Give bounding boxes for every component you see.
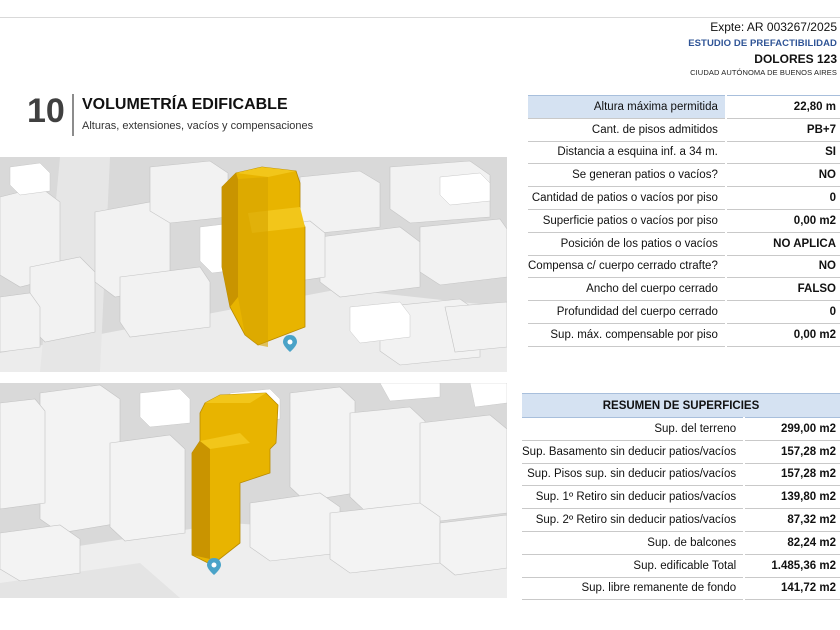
param-row: Cantidad de patios o vacíos por piso 0 <box>528 186 840 210</box>
param-row: Altura máxima permitida 22,80 m <box>528 95 840 119</box>
summary-row: Sup. de balcones 82,24 m2 <box>522 531 840 555</box>
summary-label: Sup. edificable Total <box>522 554 745 578</box>
summary-label: Sup. Pisos sup. sin deducir patios/vacío… <box>522 463 745 487</box>
city-model-render-2 <box>0 383 507 598</box>
param-label: Superficie patios o vacíos por piso <box>528 209 726 233</box>
param-value: NO <box>724 255 840 279</box>
summary-value: 299,00 m2 <box>743 417 840 441</box>
param-value: FALSO <box>724 277 840 302</box>
param-value: 0,00 m2 <box>724 209 840 233</box>
summary-row: Sup. del terreno 299,00 m2 <box>522 417 840 441</box>
param-row: Profundidad del cuerpo cerrado 0 <box>528 300 840 324</box>
param-value: 0,00 m2 <box>724 323 840 347</box>
summary-value: 87,32 m2 <box>743 508 840 532</box>
summary-value: 141,72 m2 <box>743 577 840 601</box>
param-value: 22,80 m <box>724 95 840 119</box>
param-label: Distancia a esquina inf. a 34 m. <box>528 141 726 165</box>
volumetry-parameters-table: Altura máxima permitida 22,80 m Cant. de p… <box>528 95 840 347</box>
summary-label: Sup. 2º Retiro sin deducir patios/vacíos <box>522 508 745 532</box>
top-divider <box>0 17 840 18</box>
section-divider <box>72 94 74 136</box>
param-value: SI <box>724 141 840 165</box>
summary-header-row: RESUMEN DE SUPERFICIES <box>522 393 840 418</box>
expediente-number: Expte: AR 003267/2025 <box>710 20 837 34</box>
section-title: VOLUMETRÍA EDIFICABLE <box>82 96 288 113</box>
summary-label: Sup. libre remanente de fondo <box>522 577 745 601</box>
summary-value: 82,24 m2 <box>743 531 840 555</box>
summary-value: 157,28 m2 <box>743 440 840 464</box>
property-city: CIUDAD AUTÓNOMA DE BUENOS AIRES <box>690 68 837 77</box>
property-address: DOLORES 123 <box>754 52 837 66</box>
summary-row: Sup. Basamento sin deducir patios/vacíos… <box>522 440 840 464</box>
param-row: Posición de los patios o vacíos NO APLICA <box>528 232 840 256</box>
param-label: Sup. máx. compensable por piso <box>528 323 726 347</box>
param-value: PB+7 <box>724 118 840 142</box>
param-row: Se generan patios o vacíos? NO <box>528 163 840 188</box>
volumetry-view-street[interactable] <box>0 383 507 598</box>
summary-value: 157,28 m2 <box>743 463 840 487</box>
summary-row: Sup. edificable Total 1.485,36 m2 <box>522 554 840 578</box>
summary-label: Sup. del terreno <box>522 417 745 441</box>
summary-row: Sup. libre remanente de fondo 141,72 m2 <box>522 577 840 601</box>
param-label: Posición de los patios o vacíos <box>528 232 726 256</box>
param-value: NO APLICA <box>724 232 840 256</box>
param-row: Ancho del cuerpo cerrado FALSO <box>528 277 840 302</box>
param-label: Se generan patios o vacíos? <box>528 163 726 188</box>
city-model-render <box>0 157 507 372</box>
section-subtitle: Alturas, extensiones, vacíos y compensac… <box>82 120 314 132</box>
summary-label: Sup. 1º Retiro sin deducir patios/vacíos <box>522 485 745 510</box>
summary-value: 1.485,36 m2 <box>743 554 840 578</box>
document-header: Expte: AR 003267/2025 ESTUDIO DE PREFACT… <box>688 20 837 79</box>
param-value: 0 <box>724 186 840 210</box>
param-row: Distancia a esquina inf. a 34 m. SI <box>528 141 840 165</box>
param-label: Cant. de pisos admitidos <box>528 118 726 142</box>
section-number: 10 <box>27 92 65 130</box>
param-label: Altura máxima permitida <box>528 95 726 119</box>
param-value: 0 <box>724 300 840 324</box>
param-label: Cantidad de patios o vacíos por piso <box>528 186 726 210</box>
param-row: Superficie patios o vacíos por piso 0,00 … <box>528 209 840 233</box>
param-label: Profundidad del cuerpo cerrado <box>528 300 726 324</box>
param-label: Compensa c/ cuerpo cerrado ctrafte? <box>528 255 726 279</box>
summary-value: 139,80 m2 <box>743 485 840 510</box>
summary-title: RESUMEN DE SUPERFICIES <box>522 393 840 418</box>
param-value: NO <box>724 163 840 188</box>
summary-label: Sup. de balcones <box>522 531 745 555</box>
summary-row: Sup. 1º Retiro sin deducir patios/vacíos… <box>522 485 840 510</box>
volumetry-view-aerial[interactable] <box>0 157 507 372</box>
summary-row: Sup. Pisos sup. sin deducir patios/vacío… <box>522 463 840 487</box>
summary-row: Sup. 2º Retiro sin deducir patios/vacíos… <box>522 508 840 532</box>
param-row: Compensa c/ cuerpo cerrado ctrafte? NO <box>528 255 840 279</box>
param-row: Cant. de pisos admitidos PB+7 <box>528 118 840 142</box>
summary-label: Sup. Basamento sin deducir patios/vacíos <box>522 440 745 464</box>
param-label: Ancho del cuerpo cerrado <box>528 277 726 302</box>
surface-summary-table: RESUMEN DE SUPERFICIES Sup. del terreno 2… <box>522 393 840 601</box>
param-row: Sup. máx. compensable por piso 0,00 m2 <box>528 323 840 347</box>
study-type: ESTUDIO DE PREFACTIBILIDAD <box>688 38 837 49</box>
